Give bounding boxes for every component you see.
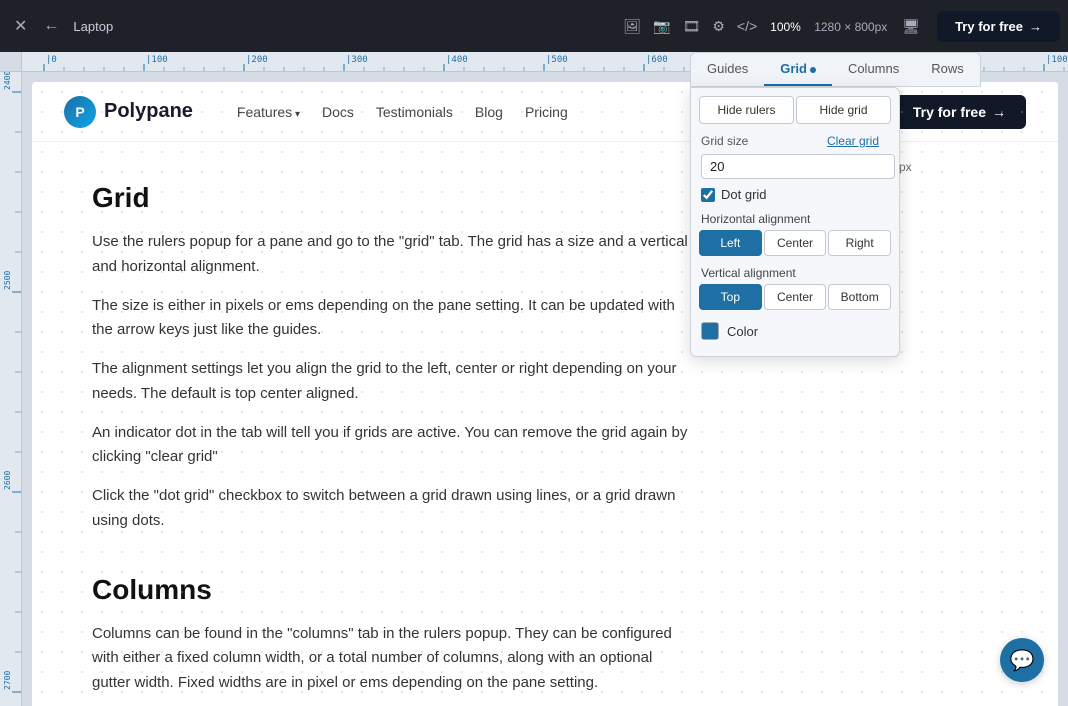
svg-text:|300: |300 [346,55,368,65]
svg-text:|600: |600 [646,55,668,65]
grid-panel: Hide rulers Hide grid Grid size Clear gr… [690,87,900,357]
grid-size-input[interactable] [701,154,895,179]
grid-p2: The size is either in pixels or ems depe… [92,294,692,344]
screenshot-icon[interactable]: 🖼 [618,14,646,39]
device-label: Laptop [73,19,113,34]
svg-text:2700: 2700 [3,671,12,690]
v-align-top[interactable]: Top [699,284,762,310]
nav-features[interactable]: Features [237,104,300,120]
monitor-icon[interactable]: 🖥 [897,14,925,38]
grid-p4: An indicator dot in the tab will tell yo… [92,421,692,471]
grid-heading: Grid [92,182,692,214]
resolution-value: 1280 × 800px [814,20,887,34]
columns-heading: Columns [92,574,692,606]
svg-text:|500: |500 [546,55,568,65]
horizontal-align-buttons: Left Center Right [691,230,899,262]
clear-grid-link[interactable]: Clear grid [827,135,889,147]
try-free-label: Try for free [955,19,1023,34]
vertical-alignment-label: Vertical alignment [691,262,899,284]
tab-guides[interactable]: Guides [691,53,764,86]
v-ruler-svg: 2400 2500 2600 2700 [0,72,22,706]
nav-try-free-arrow: → [992,104,1006,120]
h-align-right[interactable]: Right [828,230,891,256]
chat-icon: 💬 [1010,648,1035,673]
v-align-bottom[interactable]: Bottom [828,284,891,310]
svg-text:2600: 2600 [3,471,12,490]
site-logo[interactable]: P Polypane [64,96,193,128]
logo-icon: P [64,96,96,128]
nav-links: Features Docs Testimonials Blog Pricing [237,104,568,120]
grid-size-input-row: px [701,154,889,179]
vertical-align-buttons: Top Center Bottom [691,284,899,316]
horizontal-alignment-label: Horizontal alignment [691,208,899,230]
nav-docs[interactable]: Docs [322,104,354,120]
hide-grid-button[interactable]: Hide grid [796,96,891,124]
close-button[interactable]: ✕ [8,12,33,40]
logo-text: Polypane [104,100,193,123]
grid-active-dot [810,67,816,73]
nav-testimonials[interactable]: Testimonials [376,104,453,120]
nav-try-free-button[interactable]: Try for free → [893,95,1026,129]
logo-letter: P [75,104,84,120]
svg-text:|200: |200 [246,55,268,65]
grid-size-row: Grid size Clear grid [691,130,899,150]
h-align-left[interactable]: Left [699,230,762,256]
vertical-ruler: 2400 2500 2600 2700 [0,72,22,706]
px-label: px [899,160,912,174]
media-icon[interactable]: 🎞 [678,14,706,39]
chat-button[interactable]: 💬 [1000,638,1044,682]
dot-grid-label: Dot grid [721,187,767,202]
toolbar-icons: 🖼 📷 🎞 ⚙ </> [618,14,762,39]
back-button[interactable]: ← [37,13,65,39]
grid-size-section: px [691,150,899,181]
grid-size-label: Grid size [701,134,827,148]
columns-p1: Columns can be found in the "columns" ta… [92,622,692,696]
dot-grid-row: Dot grid [691,181,899,208]
try-free-button[interactable]: Try for free → [937,11,1060,42]
tab-columns[interactable]: Columns [832,53,915,86]
svg-text:|100: |100 [146,55,168,65]
toolbar: ✕ ← Laptop 🖼 📷 🎞 ⚙ </> 100% 1280 × 800px… [0,0,1068,52]
zoom-info: 100% 1280 × 800px 🖥 [770,18,925,35]
zoom-value: 100% [770,20,801,34]
svg-text:2400: 2400 [3,72,12,90]
browser-window: P Polypane Features Docs Testimonials Bl… [32,82,1058,706]
grid-p1: Use the rulers popup for a pane and go t… [92,230,692,280]
toolbar-left: ✕ ← Laptop [8,12,113,40]
svg-text:|1000: |1000 [1046,55,1068,65]
dot-grid-checkbox[interactable] [701,188,715,202]
color-row: Color [691,316,899,346]
svg-text:|0: |0 [46,55,57,65]
panel-top-buttons: Hide rulers Hide grid [691,88,899,130]
page-content: Grid Use the rulers popup for a pane and… [32,142,752,706]
color-swatch[interactable] [701,322,719,340]
h-align-center[interactable]: Center [764,230,827,256]
code-icon[interactable]: </> [732,14,762,38]
hide-rulers-button[interactable]: Hide rulers [699,96,794,124]
camera-icon[interactable]: 📷 [648,14,675,39]
nav-pricing[interactable]: Pricing [525,104,568,120]
tab-grid[interactable]: Grid [764,53,832,86]
grid-p5: Click the "dot grid" checkbox to switch … [92,484,692,534]
grid-p3: The alignment settings let you align the… [92,357,692,407]
try-free-arrow: → [1029,19,1042,34]
color-label: Color [727,324,758,339]
nav-blog[interactable]: Blog [475,104,503,120]
v-align-center[interactable]: Center [764,284,827,310]
ruler-tabs: Guides Grid Columns Rows [690,52,981,87]
svg-text:2500: 2500 [3,271,12,290]
tab-grid-label: Grid [780,61,807,76]
settings-icon[interactable]: ⚙ [707,14,730,39]
site-nav: P Polypane Features Docs Testimonials Bl… [32,82,1058,142]
tab-rows[interactable]: Rows [915,53,980,86]
nav-try-free-label: Try for free [913,104,986,120]
svg-text:|400: |400 [446,55,468,65]
ruler-corner [0,52,22,72]
toolbar-center: 🖼 📷 🎞 ⚙ </> 100% 1280 × 800px 🖥 [119,14,931,39]
